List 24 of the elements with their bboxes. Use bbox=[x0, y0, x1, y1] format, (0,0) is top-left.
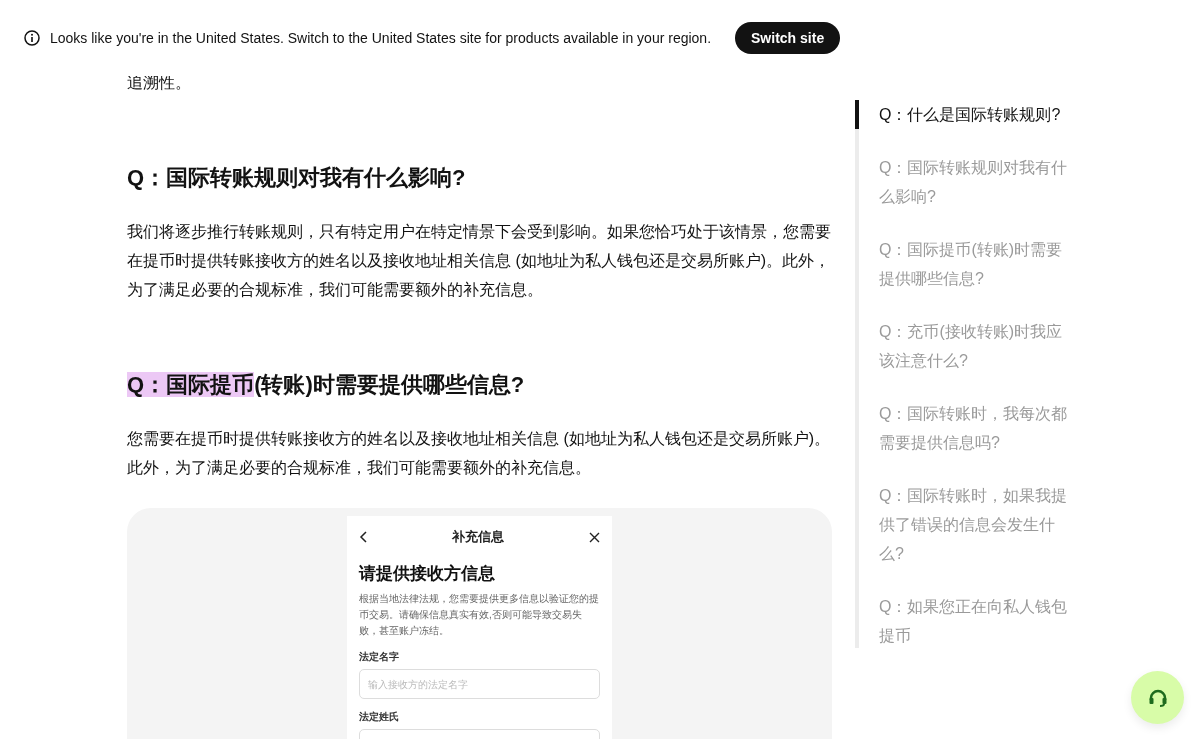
toc-link[interactable]: Q：充币(接收转账)时我应该注意什么? bbox=[855, 317, 1075, 375]
screen-title: 补充信息 bbox=[452, 528, 504, 546]
info-icon bbox=[24, 30, 40, 46]
toc-link[interactable]: Q：国际转账时，如果我提供了错误的信息会发生什么? bbox=[855, 481, 1075, 568]
back-icon bbox=[359, 531, 367, 543]
toc-link[interactable]: Q：什么是国际转账规则? bbox=[855, 100, 1075, 129]
toc-link[interactable]: Q：国际转账时，我每次都需要提供信息吗? bbox=[855, 399, 1075, 457]
toc-link[interactable]: Q：国际提币(转账)时需要提供哪些信息? bbox=[855, 235, 1075, 293]
question-heading: Q：国际提币(转账)时需要提供哪些信息? bbox=[127, 371, 526, 399]
paragraph-text: 追溯性。 bbox=[127, 73, 192, 93]
region-message: Looks like you're in the United States. Switch to the United States site for products available in your region. bbox=[50, 30, 712, 46]
form-title: 请提供接收方信息 bbox=[359, 563, 496, 585]
field-label: 法定姓氏 bbox=[359, 710, 400, 724]
toc-link[interactable]: Q：如果您正在向私人钱包提币 bbox=[855, 592, 1075, 650]
field-label: 法定名字 bbox=[359, 650, 400, 664]
question-heading: Q：国际转账规则对我有什么影响? bbox=[127, 164, 467, 192]
support-button[interactable] bbox=[1131, 671, 1184, 724]
answer-text: 您需要在提币时提供转账接收方的姓名以及接收地址相关信息 (如地址为私人钱包还是交易所账户)。此外，为了满足必要的合规标准，我们可能需要额外的补充信息。 bbox=[127, 429, 832, 478]
toc-link[interactable]: Q：国际转账规则对我有什么影响? bbox=[855, 153, 1075, 211]
headset-icon bbox=[1147, 688, 1168, 707]
form-description: 根据当地法律法规，您需要提供更多信息以验证您的提币交易。请确保信息真实有效,否则可能导致交易失败，甚至账户冻结。 bbox=[359, 592, 600, 638]
close-icon bbox=[589, 531, 600, 543]
switch-site-button[interactable]: Switch site bbox=[735, 22, 841, 54]
answer-text: 我们将逐步推行转账规则，只有特定用户在特定情景下会受到影响。如果您恰巧处于该情景，您需要在提币时提供转账接收方的姓名以及接收地址相关信息 (如地址为私人钱包还是交易所账户)。此外，为了满足必要的合规标准，我们可能需要额外的补充信息。 bbox=[127, 222, 832, 300]
